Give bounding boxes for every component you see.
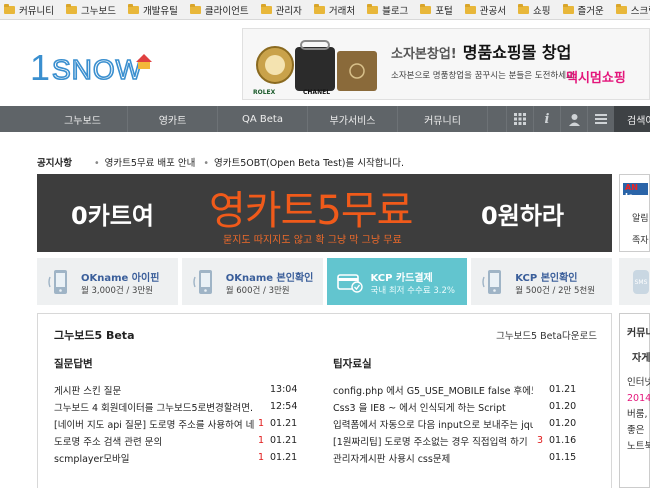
nav-item-youngcart[interactable]: 영카트 [128, 106, 218, 132]
card-check-icon [336, 274, 363, 293]
folder-icon [65, 3, 77, 14]
hero-banner[interactable]: 0카트여 영카트5무료 0원하라 묻지도 따지지도 않고 확 그냥 막 그냥 무… [37, 174, 612, 252]
bookmark-item[interactable]: 블로그 [367, 3, 408, 17]
nav-icon-group: i [506, 106, 614, 132]
bookmark-item[interactable]: 스크랩 [615, 3, 650, 17]
bookmark-item[interactable]: 관공서 [464, 3, 506, 17]
bookmark-item[interactable]: 클라이언트 [189, 3, 249, 17]
list-item[interactable]: 게시판 스킨 질문 13:04 [54, 381, 297, 398]
sidebar-community-panel: 커뮤니 자게 인터넷 2014년 버룸, 좋은 노트북 [619, 313, 650, 488]
qna-title[interactable]: 질문답변 [54, 356, 296, 371]
notice-label: 공지사항 [37, 158, 72, 169]
sidebar-ad-box[interactable]: AN Je 알림 족자 [619, 174, 650, 252]
site-logo[interactable]: 1 SNOW [30, 46, 170, 86]
nav-item-qa[interactable]: QA Beta [218, 106, 308, 132]
chanel-logo: CHANEL [303, 89, 331, 96]
ad-headline: 소자본창업! 명품쇼핑몰 창업 [391, 43, 572, 62]
ad-banner[interactable]: ROLEX CHANEL 소자본창업! 명품쇼핑몰 창업 소자본으로 명품창업을 … [242, 28, 650, 100]
site-header: 1 SNOW ROLEX CHANEL 소자본창업! 명품쇼핑몰 창업 소자본으로… [0, 20, 650, 106]
info-icon[interactable]: i [533, 106, 560, 132]
download-link[interactable]: 그누보드5 Beta다운로드 [496, 328, 597, 342]
hero-right-text: 0원하라 [481, 202, 564, 230]
folder-icon [260, 3, 272, 14]
hero-title: 영카트5무료 [209, 188, 413, 234]
nav-item-gnuboard[interactable]: 그누보드 [38, 106, 128, 132]
service-card-kcp-verify[interactable]: KCP 본인확인 월 500건 / 2만 5천원 [471, 258, 612, 305]
notice-bar: 공지사항 • 영카트5무료 배포 안내 • 영카트5OBT(Open Beta Te… [37, 158, 404, 169]
folder-icon [518, 3, 530, 14]
folder-icon [127, 3, 139, 14]
svg-text:1: 1 [30, 47, 50, 86]
nav-item-community[interactable]: 커뮤니티 [398, 106, 488, 132]
service-card-kcp-payment[interactable]: KCP 카드결제 국내 최저 수수료 3.2% [326, 258, 468, 305]
phone-icon [482, 270, 502, 294]
search-button[interactable]: 검색어 [614, 106, 650, 132]
service-card-okname-verify[interactable]: OKname 본인확인 월 600건 / 3만원 [181, 258, 323, 305]
menu-icon[interactable] [587, 106, 614, 132]
folder-icon [313, 3, 325, 14]
bookmark-item[interactable]: 쇼핑 [518, 3, 551, 17]
service-card-okname-ipin[interactable]: OKname 아이핀 월 3,000건 / 3만원 [37, 258, 178, 305]
folder-icon [367, 3, 379, 14]
folder-icon [189, 3, 201, 14]
list-item[interactable]: [네이버 지도 api 질문] 도로명 주소를 사용하여 네이 1 01.21 [54, 415, 297, 432]
list-item[interactable]: 그누보드 4 회원데이터를 그누보드5로변경할려면.. 12:54 [54, 398, 297, 415]
bookmark-item[interactable]: 관리자 [260, 3, 302, 17]
folder-icon [464, 3, 476, 14]
bookmark-item[interactable]: 그누보드 [65, 3, 116, 17]
folder-icon [420, 3, 432, 14]
list-item[interactable]: 관리자게시판 사용시 css문제 01.15 [333, 449, 576, 466]
tips-title[interactable]: 팁자료실 [333, 356, 575, 371]
list-item[interactable]: config.php 에서 G5_USE_MOBILE false 후에도 01.… [333, 381, 576, 398]
board-panel: 그누보드5 Beta 그누보드5 Beta다운로드 질문답변 게시판 스킨 질문… [37, 313, 612, 488]
sms-icon: SMS [633, 270, 649, 294]
phone-icon [48, 270, 67, 294]
sidebar-sms-card[interactable]: SMS [619, 258, 650, 305]
bookmark-item[interactable]: 개발유틸 [127, 3, 178, 17]
bookmarks-bar: 커뮤니티 그누보드 개발유틸 클라이언트 관리자 거래처 블로그 포털 관공서 … [0, 0, 650, 20]
bookmark-item[interactable]: 포털 [420, 3, 453, 17]
notice-link[interactable]: 영카트5무료 배포 안내 [105, 158, 196, 169]
ad-subtext: 소자본으로 명품창업을 꿈꾸시는 분들은 도전하세요. [391, 71, 577, 81]
tips-column: 팁자료실 config.php 에서 G5_USE_MOBILE false 후… [333, 356, 576, 466]
list-item[interactable]: Css3 을 IE8 ~ 에서 인식되게 하는 Script 01.20 [333, 398, 576, 415]
folder-icon [4, 3, 15, 14]
right-sidebar: AN Je 알림 족자 SMS 커뮤니 자게 인터넷 2014년 버룸, 좋은 … [619, 174, 650, 488]
hero-subtitle: 묻지도 따지지도 않고 확 그냥 막 그냥 무료 [223, 235, 402, 246]
service-cards: OKname 아이핀 월 3,000건 / 3만원 OKname 본인확인 월 … [37, 258, 612, 305]
bookmark-item[interactable]: 즐거운 [562, 3, 604, 17]
ad-brand: 맥시멈쇼핑 [566, 71, 626, 86]
luxury-products-image [256, 40, 377, 91]
list-item[interactable]: scmplayer모바일 1 01.21 [54, 449, 297, 466]
rolex-logo: ROLEX [253, 89, 276, 96]
bookmark-item[interactable]: 거래처 [313, 3, 355, 17]
hero-left-text: 0카트여 [71, 202, 154, 230]
svg-text:SNOW: SNOW [52, 54, 143, 85]
list-item[interactable]: 도로명 주소 검색 관련 문의 1 01.21 [54, 432, 297, 449]
list-item[interactable]: [1원짜리팁] 도로명 주소없는 경우 직접입력 하기 3 01.16 [333, 432, 576, 449]
sidebar-badge: AN Je [623, 183, 648, 201]
phone-icon [193, 270, 212, 294]
grid-icon[interactable] [506, 106, 533, 132]
folder-icon [615, 3, 627, 14]
main-nav: 그누보드 영카트 QA Beta 부가서비스 커뮤니티 i 검색어 [0, 106, 650, 132]
user-icon[interactable] [560, 106, 587, 132]
notice-link[interactable]: 영카트5OBT(Open Beta Test)를 시작합니다. [214, 158, 404, 169]
bookmark-item[interactable]: 커뮤니티 [4, 3, 54, 17]
nav-item-addons[interactable]: 부가서비스 [308, 106, 398, 132]
board-title: 그누보드5 Beta [54, 329, 135, 342]
qna-column: 질문답변 게시판 스킨 질문 13:04 그누보드 4 회원데이터를 그누보드5로… [54, 356, 297, 466]
list-item[interactable]: 입력폼에서 자동으로 다음 input으로 보내주는 jquery 01.20 [333, 415, 576, 432]
folder-icon [562, 3, 574, 14]
